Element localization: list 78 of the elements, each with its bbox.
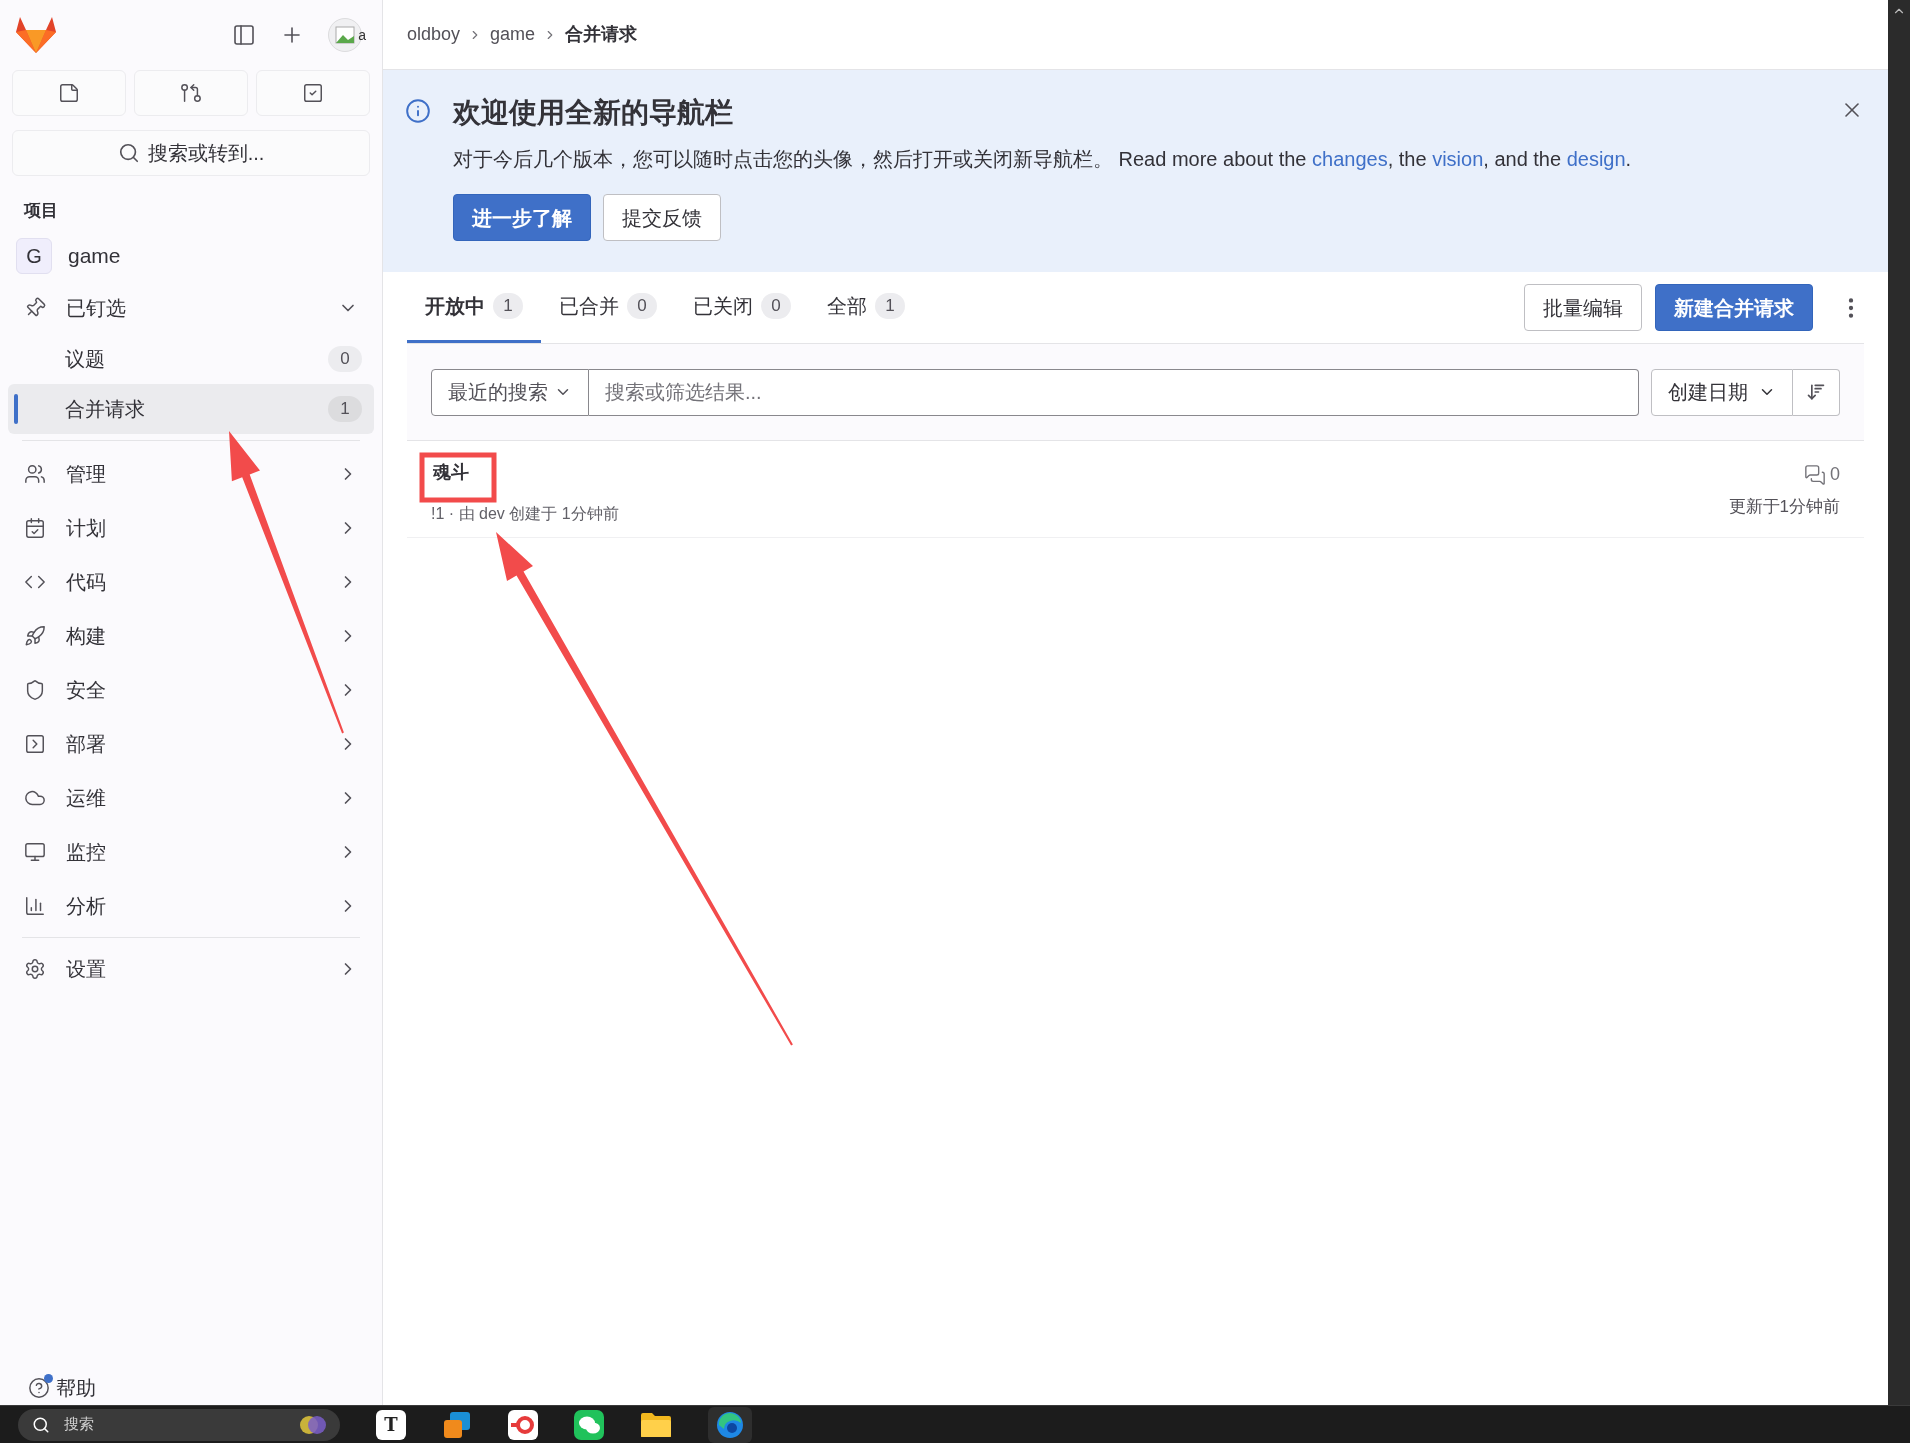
banner-link[interactable]: design bbox=[1566, 148, 1626, 170]
target-app-icon[interactable] bbox=[508, 1409, 538, 1440]
merge-request-meta: !1 · 由 dev 创建于 1分钟前 bbox=[431, 505, 619, 523]
count-badge: 1 bbox=[493, 293, 523, 319]
sidebar-menu-item[interactable]: 管理 bbox=[12, 446, 370, 501]
recent-searches-dropdown[interactable]: 最近的搜索 bbox=[431, 368, 589, 416]
project-link[interactable]: G game bbox=[16, 237, 121, 274]
chat-app-icon[interactable] bbox=[574, 1409, 604, 1440]
sidebar-menu-item[interactable]: 设置 bbox=[12, 941, 370, 996]
sort-icon bbox=[1806, 382, 1826, 402]
sidebar-menu-item[interactable]: 安全 bbox=[12, 662, 370, 717]
sort-dropdown[interactable]: 创建日期 bbox=[1651, 368, 1793, 416]
sidebar-item[interactable]: 合并请求 1 bbox=[8, 383, 374, 434]
tab[interactable]: 已合并 0 bbox=[541, 272, 675, 343]
banner-button[interactable]: 进一步了解 bbox=[453, 194, 591, 241]
sidebar-toggle-icon[interactable] bbox=[232, 23, 257, 47]
banner-link[interactable]: changes bbox=[1312, 148, 1388, 170]
windows-app-icon[interactable] bbox=[442, 1409, 472, 1440]
chevron-square-icon bbox=[24, 732, 46, 755]
info-icon bbox=[405, 98, 431, 124]
breadcrumb-link[interactable]: game bbox=[490, 21, 536, 48]
search-button[interactable]: 搜索或转到... bbox=[12, 130, 370, 176]
tab[interactable]: 全部 1 bbox=[809, 272, 923, 343]
tab[interactable]: 已关闭 0 bbox=[675, 272, 809, 343]
help-icon bbox=[28, 1377, 50, 1399]
count-badge: 1 bbox=[328, 395, 362, 422]
avatar-alt-text: a bbox=[358, 25, 366, 45]
banner-button[interactable]: 提交反馈 bbox=[603, 194, 721, 241]
merge-request-title[interactable]: 魂斗 bbox=[433, 461, 469, 483]
section-title: 项目 bbox=[24, 200, 58, 222]
action-button[interactable]: 批量编辑 bbox=[1524, 284, 1642, 331]
browser-icon bbox=[716, 1410, 744, 1439]
sidebar-menu-item[interactable]: 监控 bbox=[12, 824, 370, 879]
bar-chart-icon bbox=[24, 894, 46, 917]
breadcrumb-link[interactable]: oldboy bbox=[407, 21, 461, 48]
pinned-section-header[interactable]: 已钉选 bbox=[12, 281, 370, 334]
project-initial-avatar: G bbox=[16, 237, 52, 274]
checkbox-icon bbox=[302, 82, 324, 104]
filter-search-field[interactable]: 搜索或筛选结果... bbox=[589, 368, 1639, 416]
count-badge: 0 bbox=[627, 293, 657, 319]
taskbar-search-field[interactable]: 搜索 bbox=[18, 1408, 340, 1441]
browser-taskbar-button[interactable] bbox=[708, 1406, 752, 1443]
note-icon bbox=[58, 82, 80, 104]
sidebar-item-label: 合并请求 bbox=[65, 396, 145, 422]
count-badge: 0 bbox=[761, 293, 791, 319]
sidebar-menu-item[interactable]: 分析 bbox=[12, 878, 370, 933]
sidebar-menu-item[interactable]: 部署 bbox=[12, 716, 370, 771]
sidebar-menu-item[interactable]: 构建 bbox=[12, 608, 370, 663]
text-app-icon[interactable]: T bbox=[376, 1409, 406, 1440]
breadcrumb-link[interactable]: 合并请求 bbox=[565, 21, 638, 48]
colorful-orb-icon bbox=[300, 1413, 326, 1436]
fox-logo-icon[interactable] bbox=[16, 17, 56, 53]
calendar-icon bbox=[24, 516, 46, 539]
search-icon bbox=[117, 142, 140, 164]
settings-icon bbox=[24, 957, 46, 980]
shield-icon bbox=[24, 678, 46, 701]
count-badge: 1 bbox=[875, 293, 905, 319]
rocket-icon bbox=[24, 624, 46, 647]
action-button[interactable]: 新建合并请求 bbox=[1655, 284, 1813, 331]
sidebar-menu-item[interactable]: 代码 bbox=[12, 554, 370, 609]
comment-count: 0 bbox=[1830, 463, 1840, 486]
comments-icon bbox=[1804, 463, 1826, 486]
sidebar-menu-item[interactable]: 运维 bbox=[12, 770, 370, 825]
sidebar-item[interactable]: 议题 0 bbox=[8, 333, 374, 384]
sidebar-item-label: 议题 bbox=[65, 346, 105, 372]
monitor-icon bbox=[24, 840, 46, 863]
banner-title: 欢迎使用全新的导航栏 bbox=[453, 96, 733, 130]
count-badge: 0 bbox=[328, 345, 362, 372]
sort-direction-button[interactable] bbox=[1793, 368, 1840, 416]
sidebar-menu-item[interactable]: 计划 bbox=[12, 500, 370, 555]
users-icon bbox=[24, 462, 46, 485]
folder-icon[interactable] bbox=[640, 1410, 672, 1439]
merge-request-icon bbox=[180, 82, 202, 104]
banner-text: 对于今后几个版本，您可以随时点击您的头像，然后打开或关闭新导航栏。 Read more about the changes, the vision, and the design. bbox=[453, 147, 1632, 172]
help-link[interactable]: 帮助 bbox=[28, 1373, 96, 1403]
updated-time: 更新于1分钟前 bbox=[1728, 496, 1840, 518]
banner-link[interactable]: vision bbox=[1432, 148, 1484, 170]
search-icon bbox=[32, 1415, 50, 1434]
